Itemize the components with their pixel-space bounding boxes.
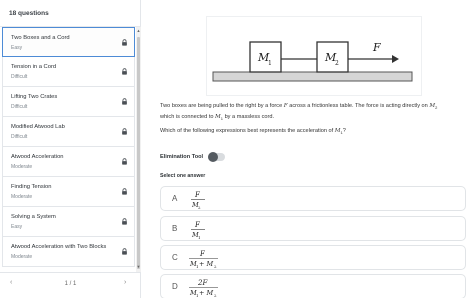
scroll-up-icon[interactable]: ▲	[136, 28, 141, 33]
answer-option-d[interactable]: D 2F M 1 + M 2	[160, 274, 466, 298]
question-difficulty: Moderate	[11, 194, 33, 200]
answer-option-c[interactable]: C F M 1 + M 2	[160, 245, 466, 270]
denominator-plus: + M	[199, 260, 214, 268]
physics-diagram: M 1 M 2 F	[206, 16, 422, 96]
table-surface	[212, 71, 413, 82]
answer-letter: B	[172, 224, 178, 233]
question-item[interactable]: Modified Atwood Lab Difficult	[2, 117, 135, 147]
question-item[interactable]: Tension in a Cord Difficult	[2, 57, 135, 87]
question-title: Atwood Acceleration	[11, 154, 64, 160]
sidebar-header: 18 questions	[0, 0, 141, 27]
question-count: 18 questions	[9, 10, 49, 17]
lock-icon	[122, 68, 127, 75]
question-item[interactable]: Solving a System Easy	[2, 207, 135, 237]
lock-icon	[122, 188, 127, 195]
question-title: Tension in a Cord	[11, 64, 57, 70]
scroll-down-icon[interactable]: ▼	[136, 264, 141, 269]
question-difficulty: Difficult	[11, 134, 28, 140]
question-title: Two Boxes and a Cord	[11, 35, 70, 41]
fraction-numerator: F	[194, 191, 201, 199]
fraction-numerator: 2F	[197, 279, 208, 287]
answer-option-a[interactable]: A F M 2	[160, 186, 466, 211]
lock-icon	[122, 128, 127, 135]
answer-fraction: 2F M 1 + M 2	[189, 279, 218, 298]
question-text-part: by a massless cord.	[223, 113, 274, 120]
question-title: Modified Atwood Lab	[11, 124, 65, 130]
answer-fraction: F M 1	[191, 221, 205, 240]
lock-icon	[122, 98, 127, 105]
question-title: Lifting Two Crates	[11, 94, 58, 100]
lock-icon	[122, 39, 127, 46]
denominator-subscript: 2	[198, 205, 201, 210]
elimination-tool-label: Elimination Tool	[160, 154, 204, 160]
fraction-numerator: F	[194, 221, 201, 229]
question-title: Finding Tension	[11, 184, 52, 190]
question-difficulty: Difficult	[11, 104, 28, 110]
question-prompt: Which of the following expressions best …	[160, 128, 460, 135]
scrollbar-thumb[interactable]	[137, 37, 140, 269]
prompt-text-part: Which of the following expressions best …	[160, 128, 335, 134]
denominator-subscript: 1	[198, 235, 201, 240]
question-item[interactable]: Finding Tension Moderate	[2, 177, 135, 207]
question-pager: ‹ 1 / 1 ›	[0, 272, 141, 298]
denominator-plus-subscript: 2	[214, 264, 217, 269]
page-indicator: 1 / 1	[64, 281, 77, 287]
question-title: Atwood Acceleration with Two Blocks	[11, 244, 107, 250]
denominator-plus-subscript: 2	[214, 293, 217, 298]
question-text-part: across a frictionless table. The force i…	[287, 103, 430, 109]
next-page-button[interactable]: ›	[124, 279, 126, 286]
answer-letter: C	[172, 253, 178, 262]
m2-subscript: 2	[435, 105, 438, 111]
prompt-text-part: ?	[342, 128, 346, 134]
answer-option-b[interactable]: B F M 1	[160, 216, 466, 241]
question-item[interactable]: Two Boxes and a Cord Easy	[2, 27, 135, 57]
question-difficulty: Difficult	[11, 74, 28, 80]
lock-icon	[122, 158, 127, 165]
question-list: Two Boxes and a Cord Easy Tension in a C…	[0, 27, 136, 272]
box-m1-subscript: 1	[268, 60, 272, 67]
select-one-answer-label: Select one answer	[160, 173, 206, 179]
question-item[interactable]: Atwood Acceleration with Two Blocks Mode…	[2, 237, 135, 267]
question-difficulty: Easy	[11, 45, 23, 51]
force-arrowhead	[392, 55, 399, 63]
question-difficulty: Moderate	[11, 164, 33, 170]
question-difficulty: Moderate	[11, 254, 33, 260]
answer-fraction: F M 2	[191, 191, 205, 210]
answer-letter: D	[172, 282, 178, 291]
question-sidebar: 18 questions Two Boxes and a Cord Easy T…	[0, 0, 141, 298]
question-item[interactable]: Atwood Acceleration Moderate	[2, 147, 135, 177]
question-title: Solving a System	[11, 214, 56, 220]
denominator-plus: + M	[199, 289, 214, 297]
toggle-knob[interactable]	[208, 152, 218, 162]
question-text-part: Two boxes are being pulled to the right …	[160, 103, 284, 109]
question-difficulty: Easy	[11, 224, 23, 230]
force-label: F	[372, 41, 381, 54]
question-item[interactable]: Lifting Two Crates Difficult	[2, 87, 135, 117]
fraction-numerator: F	[199, 250, 206, 258]
answer-fraction: F M 1 + M 2	[189, 250, 218, 269]
two-boxes-diagram: M 1 M 2 F	[212, 41, 413, 82]
answer-letter: A	[172, 194, 178, 203]
lock-icon	[122, 218, 127, 225]
question-text-part: which is connected to	[160, 113, 216, 120]
lock-icon	[122, 248, 127, 255]
question-text: Two boxes are being pulled to the right …	[160, 102, 460, 123]
box-m2-subscript: 2	[335, 60, 339, 67]
